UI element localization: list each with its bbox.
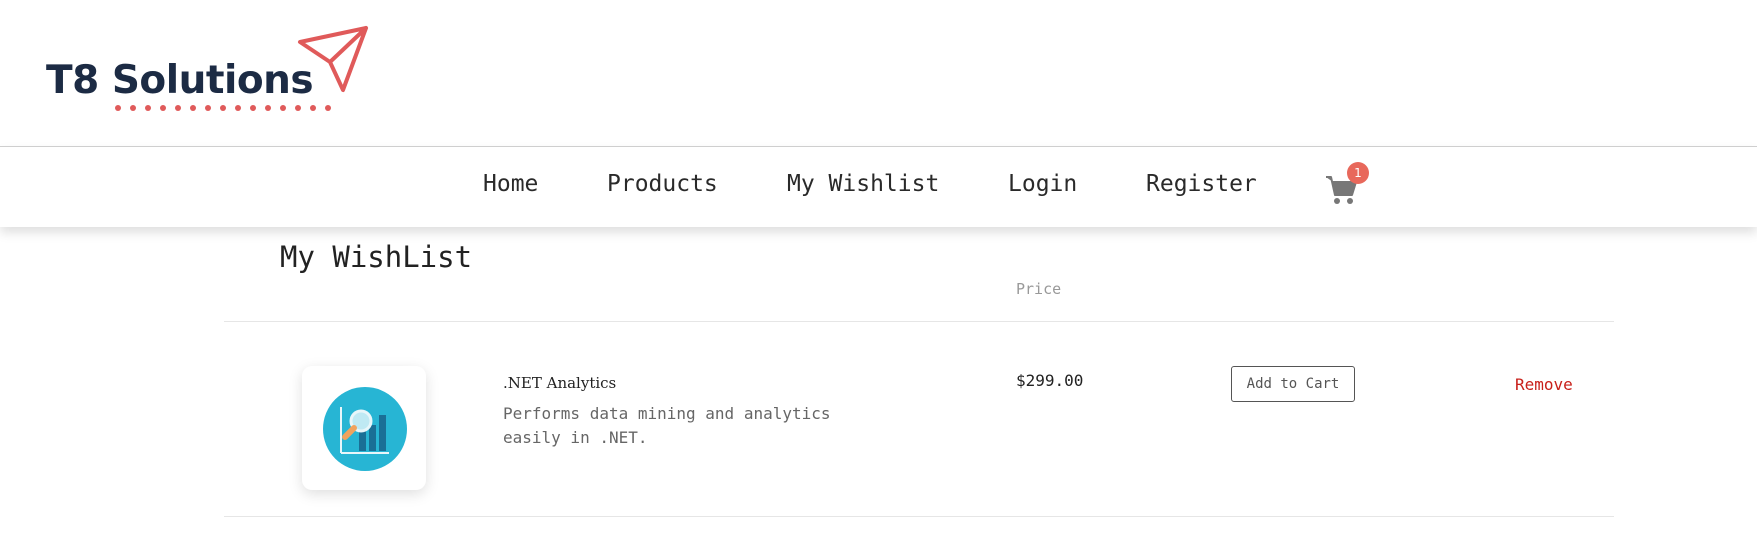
nav-register[interactable]: Register [1146,171,1257,197]
product-name[interactable]: .NET Analytics [503,374,616,392]
site-header: T8 Solutions [0,0,1757,145]
product-thumbnail[interactable] [302,366,426,490]
nav-my-wishlist[interactable]: My Wishlist [787,171,939,197]
remove-button[interactable]: Remove [1515,375,1573,394]
page-title: My WishList [280,240,473,274]
product-price: $299.00 [1016,371,1084,390]
logo-dots [115,105,331,111]
nav-home[interactable]: Home [483,171,538,197]
nav-products[interactable]: Products [607,171,718,197]
cart-count-badge: 1 [1347,162,1369,184]
nav-login[interactable]: Login [1008,171,1077,197]
table-divider-bottom [224,516,1614,517]
product-description: Performs data mining and analytics easil… [503,404,831,447]
paper-plane-icon [298,26,368,92]
add-to-cart-button[interactable]: Add to Cart [1231,366,1355,402]
site-logo[interactable]: T8 Solutions [46,22,376,122]
logo-text: T8 Solutions [46,58,314,103]
main-nav: Home Products My Wishlist Login Register… [0,146,1757,227]
cart-button[interactable]: 1 [1325,162,1369,207]
analytics-icon [323,387,407,471]
column-header-price: Price [1016,280,1062,298]
table-divider-top [224,321,1614,322]
